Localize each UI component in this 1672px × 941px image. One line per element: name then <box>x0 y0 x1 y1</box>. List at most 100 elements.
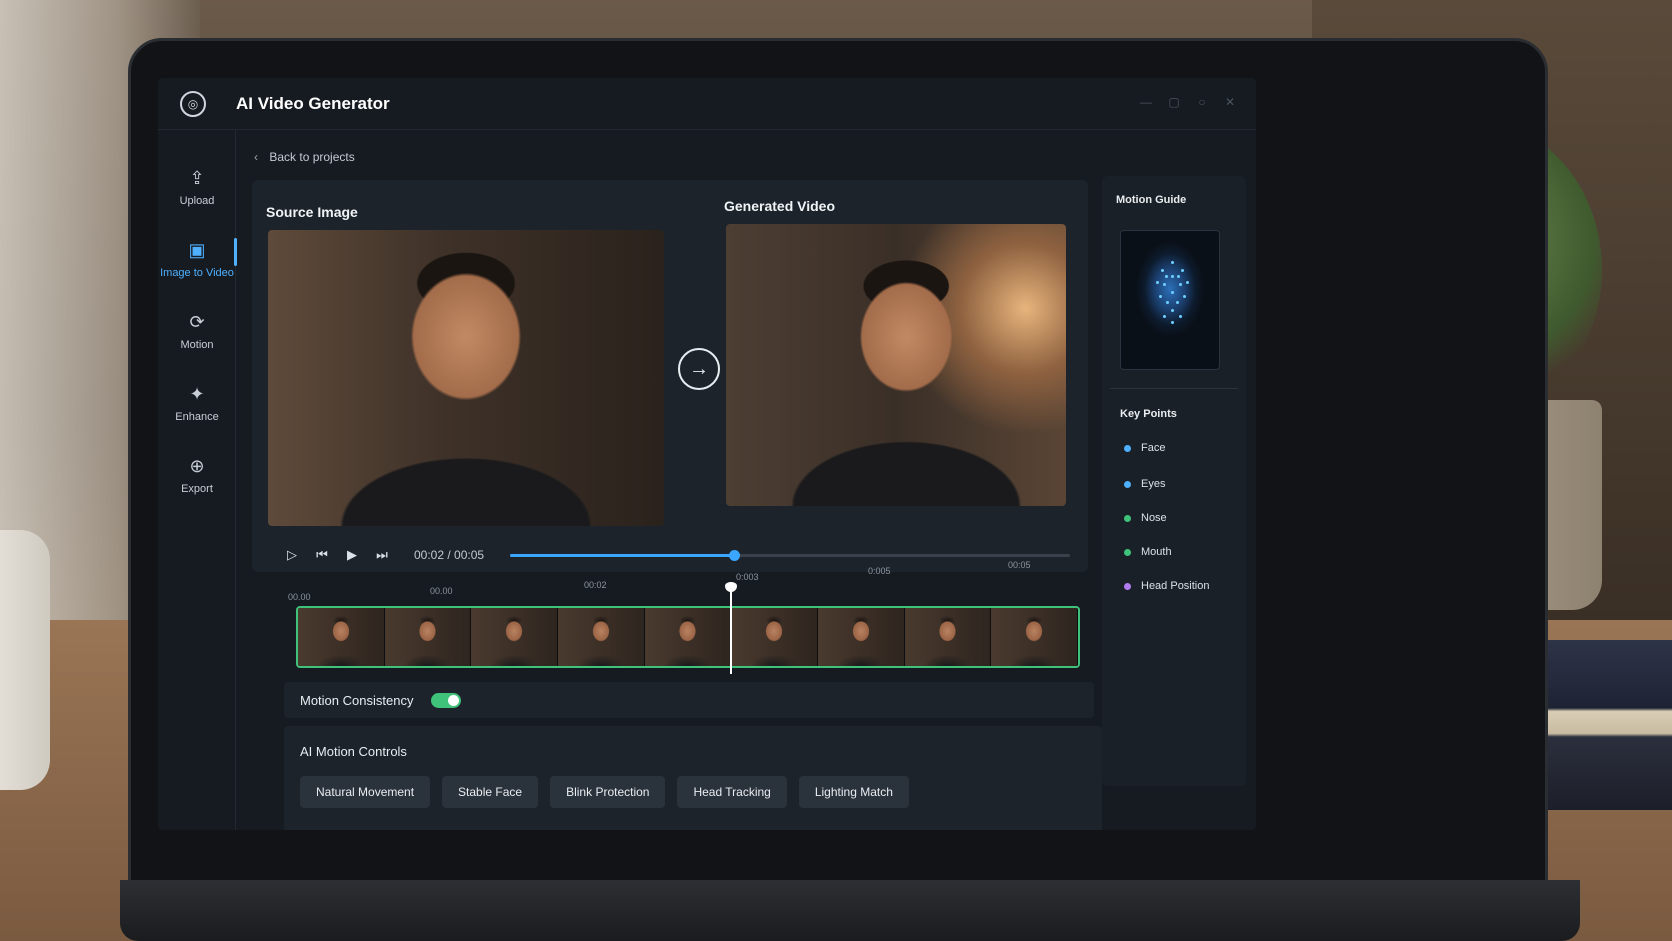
laptop-keyboard <box>120 880 1580 941</box>
timeline-frame[interactable] <box>298 608 385 666</box>
active-indicator <box>234 238 237 266</box>
title-bar: ◎ AI Video Generator — ▢ ○ ✕ <box>158 78 1256 130</box>
face-mesh-point <box>1166 301 1169 304</box>
face-mesh-point <box>1156 281 1159 284</box>
face-mesh-point <box>1186 281 1189 284</box>
key-point-label: Mouth <box>1141 546 1172 558</box>
face-mesh-point <box>1159 295 1162 298</box>
source-image-title: Source Image <box>266 204 358 220</box>
current-time: 00:02 <box>414 548 445 562</box>
minimize-icon[interactable]: — <box>1140 96 1152 108</box>
timeline-tick: 0:005 <box>868 566 891 576</box>
key-point-face[interactable]: Face <box>1124 442 1165 454</box>
timeline-frame[interactable] <box>904 608 992 666</box>
back-to-projects-link[interactable]: ‹ Back to projects <box>254 150 355 164</box>
sidebar-item-label: Motion <box>180 339 214 351</box>
motion-consistency-label: Motion Consistency <box>300 692 414 708</box>
play-outline-icon[interactable]: ▷ <box>284 547 300 563</box>
generated-video-title: Generated Video <box>724 198 836 214</box>
timeline-frame[interactable] <box>558 608 645 666</box>
key-point-eyes[interactable]: Eyes <box>1124 478 1165 490</box>
timeline-frame[interactable] <box>471 608 559 666</box>
time-separator: / <box>444 548 455 562</box>
key-point-nose[interactable]: Nose <box>1124 512 1167 524</box>
restore-icon[interactable]: ▢ <box>1168 96 1180 108</box>
key-point-dot <box>1124 548 1131 556</box>
progress-knob[interactable] <box>729 549 741 561</box>
key-point-label: Face <box>1141 442 1166 454</box>
motion-icon: ⟳ <box>189 312 205 332</box>
timeline-frames-strip[interactable] <box>296 606 1080 668</box>
upload-icon: ⇪ <box>189 168 205 188</box>
motion-guide-title: Motion Guide <box>1116 194 1187 206</box>
chip-blink-protection[interactable]: Blink Protection <box>550 776 666 808</box>
sidebar-item-export[interactable]: ⊕ Export <box>158 456 236 495</box>
sidebar-item-image-to-video[interactable]: ▣ Image to Video <box>158 240 236 279</box>
app-window: ◎ AI Video Generator — ▢ ○ ✕ ⇪ Upload ▣ … <box>158 78 1256 830</box>
face-mesh-point <box>1183 295 1186 298</box>
maximize-icon[interactable]: ○ <box>1196 96 1208 108</box>
sidebar-item-label: Upload <box>179 195 215 207</box>
chip-lighting-match[interactable]: Lighting Match <box>798 776 909 808</box>
sidebar-item-label: Enhance <box>175 411 219 423</box>
timeline-frame[interactable] <box>731 608 819 666</box>
face-mesh-point <box>1179 283 1182 286</box>
generate-arrow-button[interactable]: → <box>678 348 720 390</box>
ai-motion-controls: AI Motion Controls Natural Movement Stab… <box>284 726 1102 830</box>
sidebar-item-label: Export <box>181 483 213 495</box>
face-mesh-point <box>1181 269 1184 272</box>
face-mesh-point <box>1171 275 1174 278</box>
close-icon[interactable]: ✕ <box>1224 96 1236 108</box>
face-mesh-point <box>1163 283 1166 286</box>
enhance-icon: ✦ <box>189 384 205 404</box>
sidebar: ⇪ Upload ▣ Image to Video ⟳ Motion ✦ Enh… <box>158 130 237 830</box>
motion-consistency-toggle[interactable] <box>431 692 462 708</box>
chip-stable-face[interactable]: Stable Face <box>442 776 539 808</box>
timeline[interactable]: 00.00 00.00 00:02 0:003 0:005 00:05 <box>284 560 1094 688</box>
toggle-knob <box>448 694 460 706</box>
timeline-tick: 00.00 <box>288 592 311 602</box>
time-readout: 00:02 / 00:05 <box>414 548 484 562</box>
key-point-dot <box>1124 582 1131 590</box>
timeline-frame[interactable] <box>384 608 472 666</box>
timeline-frame[interactable] <box>818 608 905 666</box>
preview-panel: Source Image Generated Video → <box>252 180 1088 572</box>
image-to-video-icon: ▣ <box>188 240 206 260</box>
player-controls: ▷ ⏮ ▶ ⏭ 00:02 / 00:05 <box>284 538 1084 572</box>
play-icon[interactable]: ▶ <box>344 547 360 563</box>
chip-natural-movement[interactable]: Natural Movement <box>300 776 431 808</box>
face-mesh-point <box>1176 301 1179 304</box>
motion-guide-panel: Motion Guide Key Points Face Eyes Nose M… <box>1102 176 1246 786</box>
user-profile-icon[interactable]: ◎ <box>180 90 206 117</box>
key-point-dot <box>1124 514 1131 522</box>
skip-back-icon[interactable]: ⏮ <box>314 547 330 563</box>
chip-head-tracking[interactable]: Head Tracking <box>677 776 787 808</box>
playhead-handle[interactable] <box>725 582 737 592</box>
timeline-tick: 0:003 <box>736 572 759 582</box>
progress-scrubber[interactable] <box>510 549 1071 561</box>
generated-video-preview[interactable] <box>726 224 1066 506</box>
skip-forward-icon[interactable]: ⏭ <box>374 547 390 563</box>
key-points-title: Key Points <box>1120 408 1177 420</box>
face-mesh-point <box>1177 275 1180 278</box>
sidebar-item-motion[interactable]: ⟳ Motion <box>158 312 236 351</box>
key-point-head-position[interactable]: Head Position <box>1124 580 1210 592</box>
sidebar-item-upload[interactable]: ⇪ Upload <box>158 168 236 207</box>
sidebar-item-enhance[interactable]: ✦ Enhance <box>158 384 236 423</box>
sidebar-item-label: Image to Video <box>160 267 234 279</box>
key-point-dot <box>1124 444 1131 452</box>
export-icon: ⊕ <box>189 456 205 476</box>
total-time: 00:05 <box>454 548 485 562</box>
timeline-playhead[interactable] <box>725 582 737 674</box>
key-point-label: Eyes <box>1141 478 1166 490</box>
timeline-tick: 00.00 <box>430 586 453 596</box>
face-mesh-point <box>1179 315 1182 318</box>
key-point-mouth[interactable]: Mouth <box>1124 546 1172 558</box>
source-image[interactable] <box>268 230 664 526</box>
timeline-frame[interactable] <box>644 608 732 666</box>
ai-motion-controls-title: AI Motion Controls <box>300 744 407 759</box>
face-mesh-point <box>1165 275 1168 278</box>
mug <box>0 530 50 790</box>
timeline-frame[interactable] <box>991 608 1078 666</box>
app-title: AI Video Generator <box>236 93 390 113</box>
